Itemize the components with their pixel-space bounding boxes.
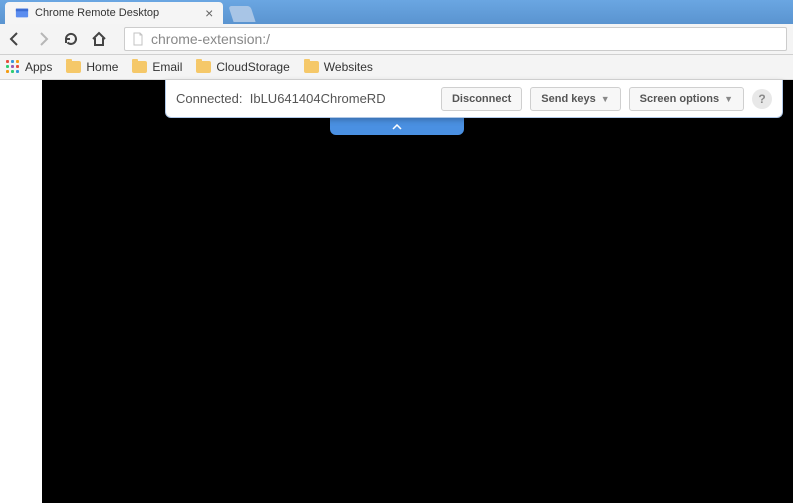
chevron-down-icon: ▼: [601, 94, 610, 104]
connection-toolbar: Connected: IbLU641404ChromeRD Disconnect…: [165, 80, 783, 118]
address-bar[interactable]: [124, 27, 787, 51]
disconnect-button[interactable]: Disconnect: [441, 87, 522, 111]
help-button[interactable]: ?: [752, 89, 772, 109]
apps-button[interactable]: Apps: [6, 60, 52, 74]
folder-icon: [66, 61, 81, 73]
folder-icon: [196, 61, 211, 73]
send-keys-label: Send keys: [541, 93, 595, 105]
browser-tab-active[interactable]: Chrome Remote Desktop ×: [5, 2, 223, 24]
back-button[interactable]: [6, 30, 24, 48]
bookmark-label: Websites: [324, 60, 373, 74]
chevron-down-icon: ▼: [724, 94, 733, 104]
page-icon: [131, 32, 145, 46]
toolbar-collapse-handle[interactable]: [330, 118, 464, 135]
bookmark-websites[interactable]: Websites: [304, 60, 373, 74]
page-content: Connected: IbLU641404ChromeRD Disconnect…: [0, 80, 793, 503]
forward-button[interactable]: [34, 30, 52, 48]
tab-title: Chrome Remote Desktop: [35, 7, 159, 19]
bookmark-email[interactable]: Email: [132, 60, 182, 74]
navigation-toolbar: [0, 24, 793, 55]
apps-grid-icon: [6, 60, 20, 74]
send-keys-button[interactable]: Send keys ▼: [530, 87, 620, 111]
new-tab-button[interactable]: [229, 6, 256, 22]
apps-label: Apps: [25, 60, 52, 74]
bookmark-label: Home: [86, 60, 118, 74]
bookmark-home[interactable]: Home: [66, 60, 118, 74]
bookmark-cloudstorage[interactable]: CloudStorage: [196, 60, 289, 74]
connection-status-text: Connected: IbLU641404ChromeRD: [176, 91, 433, 106]
tab-close-icon[interactable]: ×: [205, 5, 213, 21]
browser-tab-strip: Chrome Remote Desktop ×: [0, 0, 793, 24]
chevron-up-icon: [392, 124, 402, 130]
url-input[interactable]: [151, 31, 780, 47]
folder-icon: [132, 61, 147, 73]
tab-favicon-icon: [15, 6, 29, 20]
folder-icon: [304, 61, 319, 73]
screen-options-button[interactable]: Screen options ▼: [629, 87, 744, 111]
bookmark-label: CloudStorage: [216, 60, 289, 74]
disconnect-label: Disconnect: [452, 93, 511, 105]
bookmark-label: Email: [152, 60, 182, 74]
home-button[interactable]: [90, 30, 108, 48]
reload-button[interactable]: [62, 30, 80, 48]
screen-options-label: Screen options: [640, 93, 719, 105]
remote-desktop-view[interactable]: [42, 80, 793, 503]
bookmarks-bar: Apps Home Email CloudStorage Websites: [0, 55, 793, 80]
